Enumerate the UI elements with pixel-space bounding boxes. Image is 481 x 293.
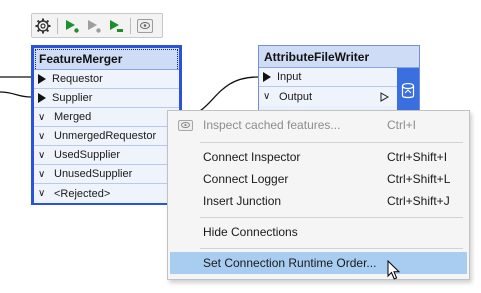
- output-port-used-supplier[interactable]: ∨ UsedSupplier: [34, 146, 179, 165]
- chevron-down-icon: ∨: [263, 91, 271, 102]
- chevron-down-icon: ∨: [38, 188, 46, 199]
- output-port-output[interactable]: ∨ Output: [259, 87, 397, 106]
- input-port-supplier[interactable]: Supplier: [34, 89, 179, 108]
- menu-item-connect-logger[interactable]: Connect Logger Ctrl+Shift+L: [170, 168, 467, 190]
- feature-merger-title: FeatureMerger: [34, 48, 179, 70]
- menu-item-inspect-cached-features[interactable]: Inspect cached features... Ctrl+I: [170, 114, 467, 136]
- database-icon: [401, 82, 415, 99]
- chevron-down-icon: ∨: [38, 149, 46, 161]
- chevron-down-icon: ∨: [38, 111, 46, 123]
- menu-item-set-connection-runtime-order[interactable]: Set Connection Runtime Order...: [170, 252, 467, 274]
- connection-context-menu: Inspect cached features... Ctrl+I Connec…: [167, 110, 470, 280]
- input-arrow-icon: [263, 72, 271, 82]
- run-from-this-icon[interactable]: [83, 15, 105, 37]
- attribute-file-writer-title: AttributeFileWriter: [259, 46, 419, 68]
- menu-separator: [200, 217, 463, 218]
- chevron-down-icon: ∨: [38, 168, 46, 180]
- menu-separator: [200, 142, 463, 143]
- inspect-cache-icon[interactable]: [134, 15, 156, 37]
- writer-badge: [397, 68, 419, 114]
- output-port-merged[interactable]: ∨ Merged: [34, 108, 179, 127]
- input-port-input[interactable]: Input: [259, 68, 397, 87]
- input-arrow-icon: [38, 93, 46, 103]
- input-arrow-icon: [38, 74, 46, 84]
- feature-merger-node[interactable]: FeatureMerger Requestor Supplier ∨ Merge…: [31, 45, 182, 205]
- mouse-cursor-icon: [387, 260, 401, 280]
- wire-to-supplier: [0, 91, 32, 98]
- gear-icon[interactable]: [32, 15, 54, 37]
- toolbar-divider: [57, 17, 58, 34]
- input-port-requestor[interactable]: Requestor: [34, 70, 179, 89]
- output-port-unmerged-requestor[interactable]: ∨ UnmergedRequestor: [34, 127, 179, 146]
- output-port-unused-supplier[interactable]: ∨ UnusedSupplier: [34, 165, 179, 184]
- output-port-arrow-icon: [380, 92, 389, 102]
- attribute-file-writer-node[interactable]: AttributeFileWriter Input ∨ Output: [258, 45, 420, 115]
- menu-item-insert-junction[interactable]: Insert Junction Ctrl+Shift+J: [170, 190, 467, 212]
- toolbar-divider: [130, 17, 131, 34]
- transformer-toolbar: [31, 13, 163, 38]
- chevron-down-icon: ∨: [38, 130, 46, 142]
- menu-item-connect-inspector[interactable]: Connect Inspector Ctrl+Shift+I: [170, 146, 467, 168]
- menu-item-hide-connections[interactable]: Hide Connections: [170, 221, 467, 243]
- menu-separator: [200, 248, 463, 249]
- run-to-this-icon[interactable]: [61, 15, 83, 37]
- inspect-eye-icon: [177, 119, 193, 131]
- output-port-rejected[interactable]: ∨ <Rejected>: [34, 184, 179, 203]
- run-just-this-icon[interactable]: [105, 15, 127, 37]
